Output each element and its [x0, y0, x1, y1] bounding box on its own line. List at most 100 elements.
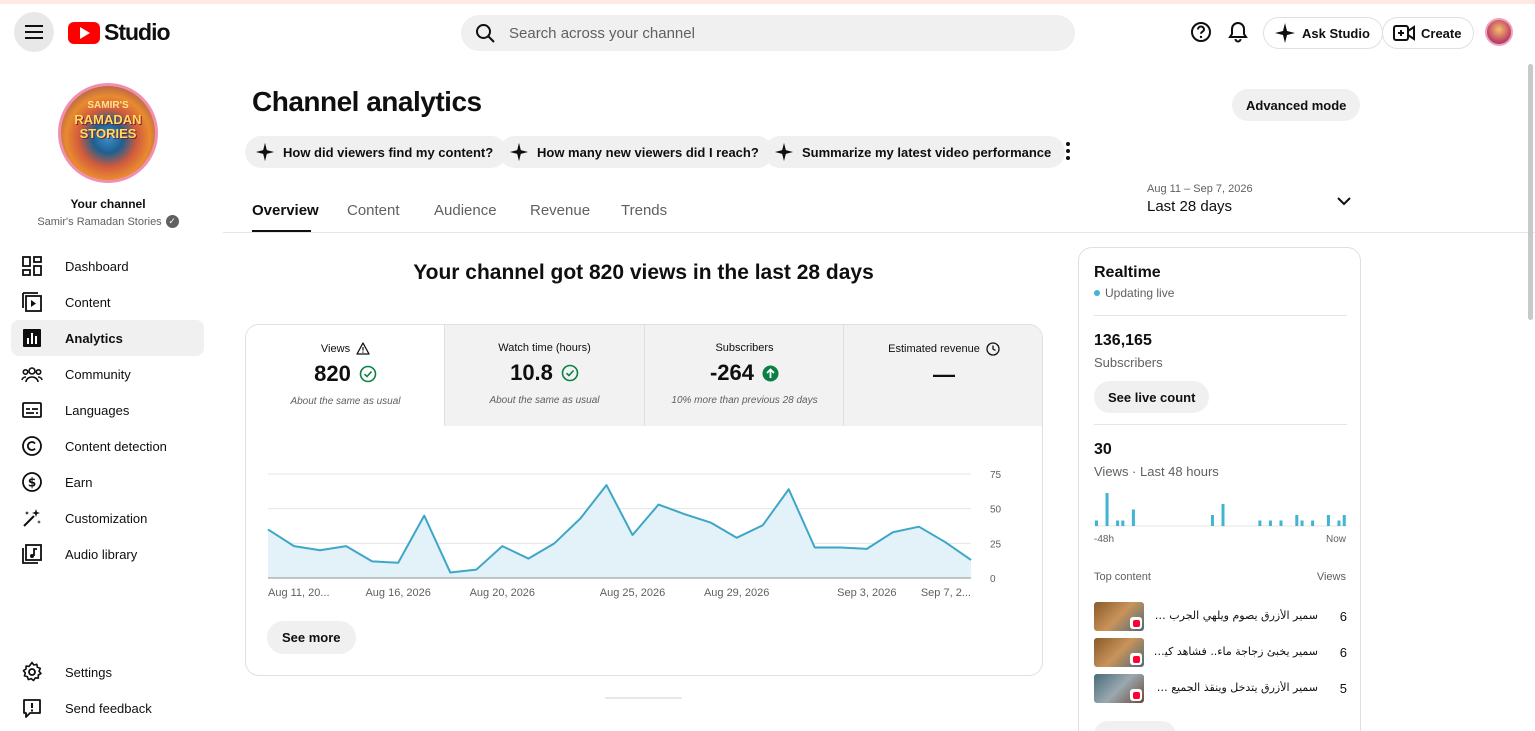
arrow-up-circle-icon [762, 365, 779, 381]
metric-value: 10.8 [510, 360, 553, 385]
realtime-bar-chart[interactable] [1094, 486, 1347, 528]
y-tick-label: 75 [990, 470, 1002, 481]
overview-card: Views 820 About the same as usual Watch … [245, 324, 1043, 676]
realtime-bar[interactable] [1295, 515, 1299, 526]
menu-button[interactable] [14, 12, 54, 52]
top-content-row[interactable]: سمير يخبئ زجاجة ماء.. فشاهد كيف عاقب الغ… [1094, 638, 1347, 668]
channel-name-text: Samir's Ramadan Stories [37, 215, 162, 228]
tab-trends[interactable]: Trends [621, 202, 667, 219]
realtime-status-text: Updating live [1105, 286, 1175, 300]
sidebar-item-content[interactable]: Content [11, 284, 204, 320]
your-channel-label: Your channel [70, 197, 146, 211]
sidebar-item-label: Languages [65, 402, 130, 418]
account-avatar[interactable] [1485, 18, 1513, 46]
suggestion-chip-1[interactable]: How did viewers find my content? [245, 136, 508, 168]
see-live-count-button[interactable]: See live count [1094, 381, 1210, 413]
sidebar-item-label: Analytics [65, 330, 123, 346]
realtime-bar[interactable] [1221, 504, 1225, 526]
top-content-row[interactable]: سمير الأزرق يصوم ويلهي الجرب وحده في نها… [1094, 602, 1347, 632]
realtime-bar[interactable] [1116, 520, 1120, 527]
live-dot-icon [1094, 290, 1100, 296]
ask-studio-label: Ask Studio [1302, 25, 1370, 41]
video-title: سمير الأزرق يتدخل وينقذ الجميع 😱 ... [1152, 681, 1318, 694]
realtime-bar[interactable] [1131, 509, 1135, 527]
advanced-mode-button[interactable]: Advanced mode [1232, 89, 1361, 121]
sparkle-icon [509, 142, 529, 162]
tab-revenue[interactable]: Revenue [530, 202, 590, 219]
suggestion-chip-2[interactable]: How many new viewers did I reach? [499, 136, 773, 168]
realtime-bar[interactable] [1268, 520, 1272, 527]
subscriber-label: Subscribers [1094, 355, 1163, 370]
sidebar-item-languages[interactable]: Languages [11, 392, 204, 428]
sidebar-item-customization[interactable]: Customization [11, 500, 204, 536]
suggestion-chip-3[interactable]: Summarize my latest video performance [764, 136, 1066, 168]
metric-label: Subscribers [715, 342, 774, 354]
sidebar-item-send-feedback[interactable]: Send feedback [11, 690, 204, 726]
realtime-bar[interactable] [1258, 520, 1262, 527]
metric-value: — [933, 362, 955, 387]
metric-subscribers[interactable]: Subscribers -264 10% more than previous … [645, 325, 844, 426]
search-input[interactable] [509, 24, 1029, 42]
realtime-bar[interactable] [1300, 520, 1304, 527]
realtime-bar[interactable] [1279, 520, 1283, 527]
x-tick-label: Aug 20, 2026 [470, 587, 535, 599]
realtime-bar[interactable] [1105, 493, 1109, 526]
clock-icon [986, 342, 1000, 356]
views-chart[interactable]: 0 25 50 75 Aug 11, 20... Aug 16, 2026 Aug 20, … [246, 426, 1043, 611]
sidebar-item-content-detection[interactable]: Content detection [11, 428, 204, 464]
sidebar-item-earn[interactable]: $ Earn [11, 464, 204, 500]
sidebar-item-settings[interactable]: Settings [11, 654, 204, 690]
realtime-bar[interactable] [1311, 520, 1315, 527]
realtime-bar[interactable] [1326, 515, 1330, 526]
realtime-bar[interactable] [1337, 520, 1341, 527]
verified-icon: ✓ [165, 215, 179, 228]
realtime-bar[interactable] [1342, 515, 1346, 526]
sidebar-item-label: Send feedback [65, 700, 152, 716]
realtime-bar[interactable] [1210, 515, 1214, 526]
tab-overview[interactable]: Overview [252, 202, 319, 219]
sidebar-item-analytics[interactable]: Analytics [11, 320, 204, 356]
date-range-picker[interactable]: Aug 11 – Sep 7, 2026 Last 28 days [1147, 183, 1352, 223]
top-content-views-label: Views [1316, 571, 1346, 583]
content-icon [22, 292, 42, 312]
channel-avatar[interactable]: SAMIR'S RAMADAN STORIES [58, 83, 158, 183]
check-circle-icon [359, 365, 377, 383]
see-more-button[interactable]: See more [267, 621, 356, 654]
video-title: سمير يخبئ زجاجة ماء.. فشاهد كيف عاقب الغ… [1152, 645, 1318, 658]
avatar-text-line2: RAMADAN [74, 112, 142, 127]
sidebar-item-label: Content [65, 294, 111, 310]
top-content-row[interactable]: سمير الأزرق يتدخل وينقذ الجميع 😱 ... 5 [1094, 674, 1347, 704]
tab-audience[interactable]: Audience [434, 202, 497, 219]
metric-estimated-revenue[interactable]: Estimated revenue — [844, 325, 1042, 426]
sidebar-item-dashboard[interactable]: Dashboard [11, 248, 204, 284]
create-button[interactable]: Create [1382, 17, 1475, 49]
realtime-more-button[interactable] [1094, 721, 1176, 731]
video-views: 5 [1339, 681, 1347, 696]
metric-views[interactable]: Views 820 About the same as usual [246, 325, 445, 426]
tab-content[interactable]: Content [347, 202, 400, 219]
y-tick-label: 0 [990, 574, 996, 585]
notifications-bell-icon[interactable] [1225, 19, 1251, 45]
sidebar-item-community[interactable]: Community [11, 356, 204, 392]
metric-watch-time[interactable]: Watch time (hours) 10.8 About the same a… [445, 325, 644, 426]
metric-note: About the same as usual [290, 396, 401, 407]
studio-logo[interactable]: Studio [68, 19, 171, 46]
metric-label: Watch time (hours) [498, 342, 591, 354]
page-scrollbar[interactable] [1528, 64, 1533, 320]
ask-studio-button[interactable]: Ask Studio [1263, 17, 1383, 49]
more-options-icon[interactable] [1058, 140, 1078, 162]
suggestion-label: How many new viewers did I reach? [537, 144, 759, 160]
views-headline: Your channel got 820 views in the last 2… [413, 261, 874, 284]
realtime-bar[interactable] [1121, 520, 1125, 527]
check-circle-icon [561, 364, 579, 382]
help-icon[interactable] [1188, 19, 1214, 45]
search-bar[interactable] [461, 15, 1075, 51]
hamburger-icon [25, 25, 43, 39]
realtime-status: Updating live [1094, 286, 1174, 300]
video-thumbnail [1094, 638, 1144, 667]
sidebar-item-label: Earn [65, 474, 93, 490]
sidebar-item-audio-library[interactable]: Audio library [11, 536, 204, 572]
realtime-bar[interactable] [1095, 520, 1098, 527]
content-detection-icon [22, 436, 42, 456]
y-tick-label: 25 [990, 539, 1002, 550]
